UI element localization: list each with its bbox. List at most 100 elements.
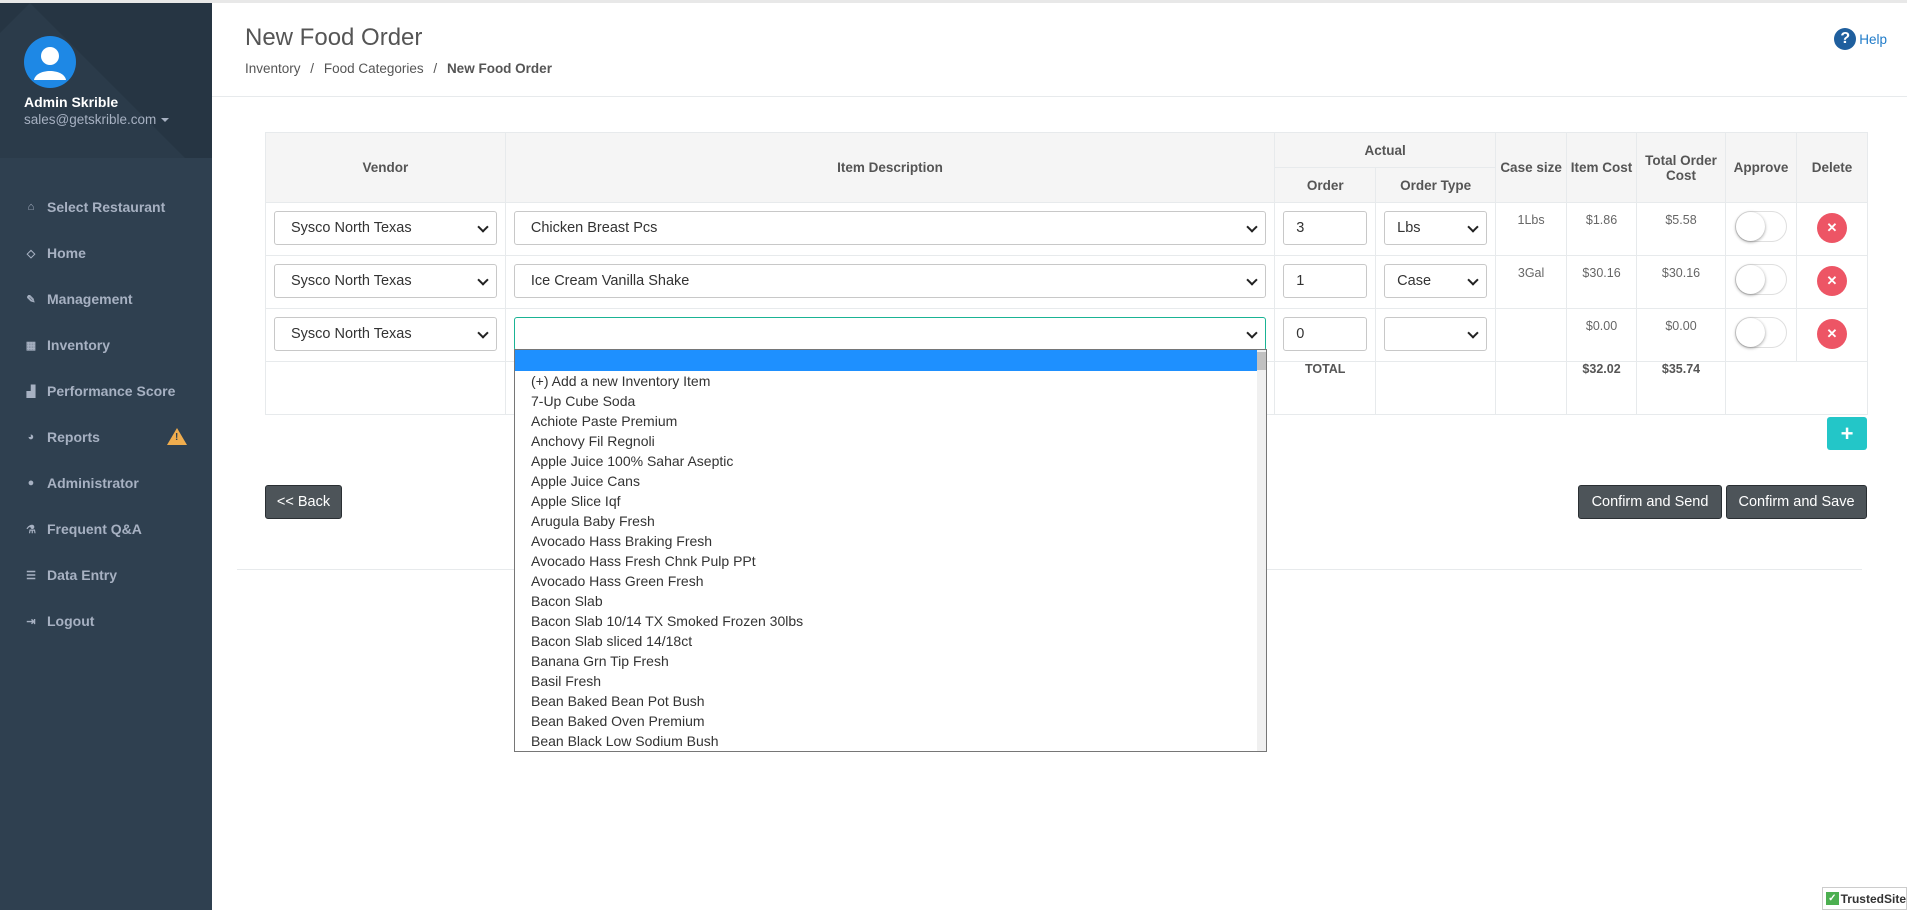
dropdown-option[interactable]: Arugula Baby Fresh xyxy=(515,511,1266,531)
dropdown-option[interactable]: Bacon Slab 10/14 TX Smoked Frozen 30lbs xyxy=(515,611,1266,631)
database-icon: ☰ xyxy=(26,569,36,582)
user-email-dropdown[interactable]: sales@getskrible.com xyxy=(24,112,170,127)
sidebar-nav: ⌂ Select Restaurant ◇ Home ✎ Management ▦ In… xyxy=(0,184,212,644)
dropdown-option[interactable]: Banana Grn Tip Fresh xyxy=(515,651,1266,671)
avatar-icon[interactable] xyxy=(24,36,76,88)
total-order-cost: $5.58 xyxy=(1636,202,1726,256)
nav-label: Select Restaurant xyxy=(47,199,166,215)
dropdown-option[interactable]: Bean Baked Bean Pot Bush xyxy=(515,691,1266,711)
dropdown-option[interactable]: Apple Slice Iqf xyxy=(515,491,1266,511)
vendor-select[interactable]: Sysco North Texas xyxy=(274,264,497,298)
dropdown-option[interactable]: Apple Juice Cans xyxy=(515,471,1266,491)
case-size xyxy=(1495,308,1568,362)
item-value: Chicken Breast Pcs xyxy=(530,220,658,236)
chevron-down-icon xyxy=(1246,274,1258,286)
help-link[interactable]: ? Help xyxy=(1834,28,1887,50)
order-type-select[interactable]: Lbs xyxy=(1384,211,1488,245)
dropdown-option[interactable]: Avocado Hass Green Fresh xyxy=(515,571,1266,591)
dropdown-option[interactable]: Bean Black Low Sodium Bush xyxy=(515,731,1266,751)
trustedsite-badge[interactable]: ✓ TrustedSite xyxy=(1822,887,1907,910)
nav-item-performance-score[interactable]: ▟ Performance Score xyxy=(0,368,212,414)
globe-icon: ● xyxy=(27,477,35,489)
item-select[interactable]: Chicken Breast Pcs xyxy=(513,211,1267,245)
flask-icon: ⚗ xyxy=(26,523,36,536)
confirm-and-send-button[interactable]: Confirm and Send xyxy=(1578,485,1722,519)
nav-item-home[interactable]: ◇ Home xyxy=(0,230,212,276)
nav-label: Logout xyxy=(47,613,95,629)
chevron-down-icon xyxy=(1467,274,1479,286)
user-email: sales@getskrible.com xyxy=(24,112,157,127)
nav-item-reports[interactable]: ◕ Reports! xyxy=(0,414,212,460)
dropdown-option[interactable]: Achiote Paste Premium xyxy=(515,411,1266,431)
order-type-select[interactable] xyxy=(1384,317,1488,351)
order-quantity-input[interactable]: 1 xyxy=(1283,264,1368,298)
page-title: New Food Order xyxy=(245,24,423,51)
edit-icon: ✎ xyxy=(26,293,36,306)
check-icon: ✓ xyxy=(1826,892,1839,905)
sign-out-icon: ⇥ xyxy=(26,615,36,628)
bar-chart-icon: ▟ xyxy=(26,385,36,398)
item-select-open[interactable] xyxy=(513,317,1267,351)
approve-toggle[interactable] xyxy=(1734,211,1787,242)
close-icon: ✕ xyxy=(1826,220,1838,235)
nav-item-logout[interactable]: ⇥ Logout xyxy=(0,598,212,644)
breadcrumb-food-categories[interactable]: Food Categories xyxy=(324,61,424,76)
nav-item-select-restaurant[interactable]: ⌂ Select Restaurant xyxy=(0,184,212,230)
home-icon: ⌂ xyxy=(27,201,35,213)
header-vendor: Vendor xyxy=(265,132,506,203)
breadcrumb-inventory[interactable]: Inventory xyxy=(245,61,301,76)
total-order-cost: $30.16 xyxy=(1636,255,1726,309)
scrollbar[interactable] xyxy=(1257,350,1266,751)
dropdown-option[interactable]: Avocado Hass Fresh Chnk Pulp PPt xyxy=(515,551,1266,571)
dropdown-option[interactable]: Bean Baked Oven Premium xyxy=(515,711,1266,731)
delete-row-button[interactable]: ✕ xyxy=(1816,213,1847,243)
total-order-cost-sum: $35.74 xyxy=(1636,361,1726,415)
nav-item-inventory[interactable]: ▦ Inventory xyxy=(0,322,212,368)
order-quantity-input[interactable]: 0 xyxy=(1283,317,1368,351)
header-case-size: Case size xyxy=(1495,132,1568,203)
total-order-cost: $0.00 xyxy=(1636,308,1726,362)
item-dropdown-list[interactable]: (+) Add a new Inventory Item 7-Up Cube So… xyxy=(514,349,1267,752)
order-quantity-input[interactable]: 3 xyxy=(1283,211,1368,245)
nav-item-frequent-qa[interactable]: ⚗ Frequent Q&A xyxy=(0,506,212,552)
delete-row-button[interactable]: ✕ xyxy=(1816,319,1847,349)
nav-item-management[interactable]: ✎ Management xyxy=(0,276,212,322)
confirm-and-save-button[interactable]: Confirm and Save xyxy=(1726,485,1867,519)
total-label: TOTAL xyxy=(1274,361,1377,415)
dropdown-option[interactable]: Avocado Hass Braking Fresh xyxy=(515,531,1266,551)
dropdown-option[interactable]: Bacon Slab sliced 14/18ct xyxy=(515,631,1266,651)
nav-item-administrator[interactable]: ● Administrator xyxy=(0,460,212,506)
vendor-value: Sysco North Texas xyxy=(291,220,412,236)
highlighted-option[interactable] xyxy=(515,350,1266,371)
add-row-button[interactable]: + xyxy=(1827,417,1867,450)
breadcrumb-current: New Food Order xyxy=(446,61,552,76)
approve-toggle[interactable] xyxy=(1734,317,1787,348)
nav-label: Reports xyxy=(47,429,100,445)
approve-toggle[interactable] xyxy=(1734,264,1787,295)
item-select[interactable]: Ice Cream Vanilla Shake xyxy=(513,264,1267,298)
total-item-cost: $32.02 xyxy=(1566,361,1638,415)
dropdown-option[interactable]: Anchovy Fil Regnoli xyxy=(515,431,1266,451)
nav-item-data-entry[interactable]: ☰ Data Entry xyxy=(0,552,212,598)
order-type-select[interactable]: Case xyxy=(1384,264,1488,298)
help-label: Help xyxy=(1859,31,1887,47)
scrollbar-thumb[interactable] xyxy=(1257,352,1266,370)
vendor-select[interactable]: Sysco North Texas xyxy=(274,211,497,245)
plus-icon: + xyxy=(1840,420,1854,446)
header-order: Order xyxy=(1274,167,1377,203)
header-approve: Approve xyxy=(1724,132,1797,203)
dropdown-option[interactable]: 7-Up Cube Soda xyxy=(515,391,1266,411)
header-item-description: Item Description xyxy=(504,132,1276,203)
vendor-select[interactable]: Sysco North Texas xyxy=(274,317,497,351)
delete-row-button[interactable]: ✕ xyxy=(1816,266,1847,296)
nav-label: Performance Score xyxy=(47,383,176,399)
dropdown-option[interactable]: Apple Juice 100% Sahar Aseptic xyxy=(515,451,1266,471)
back-button[interactable]: << Back xyxy=(265,485,342,519)
dropdown-option[interactable]: (+) Add a new Inventory Item xyxy=(515,371,1266,391)
chevron-down-icon xyxy=(477,327,489,339)
dropdown-option[interactable]: Bacon Slab xyxy=(515,591,1266,611)
table-icon: ▦ xyxy=(25,339,37,352)
breadcrumb: Inventory / Food Categories / New Food O… xyxy=(245,61,558,76)
chevron-down-icon xyxy=(477,274,489,286)
dropdown-option[interactable]: Basil Fresh xyxy=(515,671,1266,691)
